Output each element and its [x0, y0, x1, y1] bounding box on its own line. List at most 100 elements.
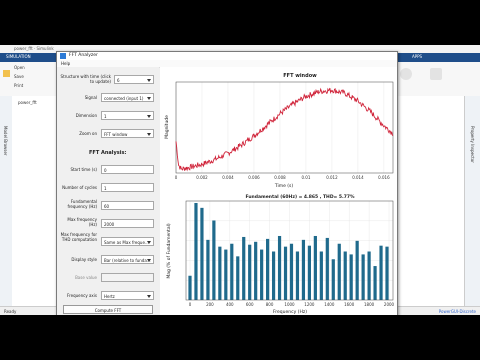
chart2-bar: [248, 244, 252, 300]
new-icon[interactable]: [3, 70, 10, 77]
display-style-label: Display style: [71, 257, 97, 262]
help-menu[interactable]: Help: [61, 61, 70, 66]
chart2-bar: [218, 246, 222, 300]
fundamental-label: Fundamental frequency (Hz): [67, 199, 97, 209]
status-right: PowerGUI-Discrete: [438, 309, 476, 314]
chart2-bar: [200, 207, 204, 300]
chart1-x-tick-label: 0.006: [248, 175, 260, 180]
fft-analysis-heading: FFT Analysis:: [89, 150, 127, 156]
chart2-bar: [367, 251, 371, 300]
chart2-bar: [301, 239, 306, 300]
simulink-window-title: power_fft · Simulink: [14, 46, 54, 51]
chart2-bar: [254, 241, 258, 300]
display-style-value: Bar (relative to funda...: [104, 258, 151, 263]
chart2-x-tick-label: 400: [226, 302, 234, 307]
open-button[interactable]: Open: [14, 65, 25, 70]
desktop-screen: power_fft · Simulink SIMULATION APPS Ope…: [0, 45, 480, 315]
property-inspector-label[interactable]: Property Inspector: [470, 126, 475, 163]
fft-titlebar: FFT Analyzer: [57, 52, 397, 60]
matlab-icon: [60, 53, 66, 59]
cycles-input[interactable]: 1: [101, 183, 154, 192]
display-style-dropdown[interactable]: Bar (relative to funda...: [101, 255, 154, 264]
thd-frequency-dropdown[interactable]: Same as Max freque...: [101, 237, 154, 246]
chart2-bar: [260, 249, 264, 300]
run-icon[interactable]: [400, 68, 412, 80]
property-inspector-panel: Property Inspector: [464, 96, 480, 306]
max-frequency-label: Max frequency (Hz): [67, 217, 97, 227]
frequency-axis-dropdown[interactable]: Hertz: [101, 291, 154, 300]
frequency-axis-value: Hertz: [104, 294, 115, 299]
chart2-xlabel: Frequency (Hz): [273, 309, 307, 315]
chart2-bar: [313, 235, 317, 300]
print-button[interactable]: Print: [14, 83, 23, 88]
chart2-bar: [224, 249, 228, 300]
fundamental-input[interactable]: 60: [101, 201, 154, 210]
chart2-bar: [307, 245, 311, 300]
chart2-x-tick-label: 1200: [304, 302, 315, 307]
model-path: power_fft: [18, 100, 37, 105]
structure-value: 6: [117, 78, 120, 83]
chart1-frame: [175, 81, 394, 174]
dimension-label: Dimension: [75, 113, 97, 118]
chart1-x-tick-label: 0.004: [222, 175, 234, 180]
plot-area: FFT window 0 0.002 0.004 0.006 0.008 0.01 0.01…: [160, 67, 397, 315]
chart2-x-tick-label: 200: [206, 302, 214, 307]
model-browser-label[interactable]: Model Browser: [3, 126, 8, 156]
start-time-input[interactable]: 0: [101, 165, 154, 174]
chart2-bar: [194, 203, 198, 300]
chart2-bar: [266, 238, 270, 300]
structure-dropdown[interactable]: 6: [114, 75, 154, 84]
max-frequency-input[interactable]: 2000: [101, 219, 154, 228]
chart2-bar: [277, 235, 282, 300]
chevron-down-icon: [147, 115, 151, 118]
signal-value: connected (input 1): [104, 96, 144, 101]
dimension-dropdown[interactable]: 1: [101, 111, 154, 120]
chart1-x-tick-label: 0.008: [274, 175, 286, 180]
chevron-down-icon: [147, 79, 151, 82]
tab-apps[interactable]: APPS: [412, 54, 422, 59]
save-button[interactable]: Save: [14, 74, 24, 79]
chart2-bar: [242, 236, 246, 300]
fft-window-title: FFT Analyzer: [69, 53, 98, 58]
chart2-bar: [349, 254, 353, 300]
fft-control-panel: Structure with time (click to update) 6 …: [57, 67, 159, 315]
chart2-bar: [289, 243, 294, 300]
chart2-x-tick-label: 800: [266, 302, 274, 307]
zoom-dropdown[interactable]: FFT window: [101, 129, 154, 138]
status-text: Ready: [4, 309, 17, 314]
chart2-bar: [212, 220, 216, 300]
chart2-bar: [230, 243, 234, 300]
chart2-x-tick-label: 1600: [344, 302, 355, 307]
chart1-title: FFT window: [283, 73, 317, 79]
chart2-x-tick-label: 600: [246, 302, 254, 307]
signal-dropdown[interactable]: connected (input 1): [101, 93, 154, 102]
base-value-input[interactable]: [101, 273, 154, 282]
thd-frequency-label: Max frequency for THD computation: [60, 232, 97, 242]
chart2-x-tick-label: 2000: [384, 302, 395, 307]
chart2-bar: [385, 246, 389, 300]
chart2-bar: [325, 237, 329, 300]
chart2-bar: [319, 251, 323, 300]
step-icon[interactable]: [430, 68, 442, 80]
tab-simulation[interactable]: SIMULATION: [6, 54, 31, 59]
dimension-value: 1: [104, 114, 107, 119]
chart2-bar: [343, 251, 347, 300]
chart2-bar: [271, 251, 276, 300]
chart1-x-tick-label: 0.002: [196, 175, 208, 180]
chart2-bar: [188, 275, 192, 300]
chart1-series-line: [175, 87, 394, 172]
chart2-bar: [331, 259, 335, 300]
plots-svg: FFT window 0 0.002 0.004 0.006 0.008 0.01 0.01…: [164, 73, 395, 315]
chart2-bar: [206, 239, 210, 300]
chevron-down-icon: [147, 295, 151, 298]
frequency-axis-label: Frequency axis: [67, 293, 97, 298]
chevron-down-icon: [147, 133, 151, 136]
signal-label: Signal: [84, 95, 97, 100]
structure-label: Structure with time (click to update): [60, 74, 111, 84]
chevron-down-icon: [147, 97, 151, 100]
compute-fft-button[interactable]: Compute FFT: [63, 305, 153, 314]
chart2-ylabel: Mag (% of Fundamental): [166, 223, 172, 279]
chart2-bar: [236, 256, 240, 300]
chart2-title: Fundamental (60Hz) = 4.865 , THD= 5.77%: [245, 194, 355, 200]
chevron-down-icon: [147, 241, 151, 244]
